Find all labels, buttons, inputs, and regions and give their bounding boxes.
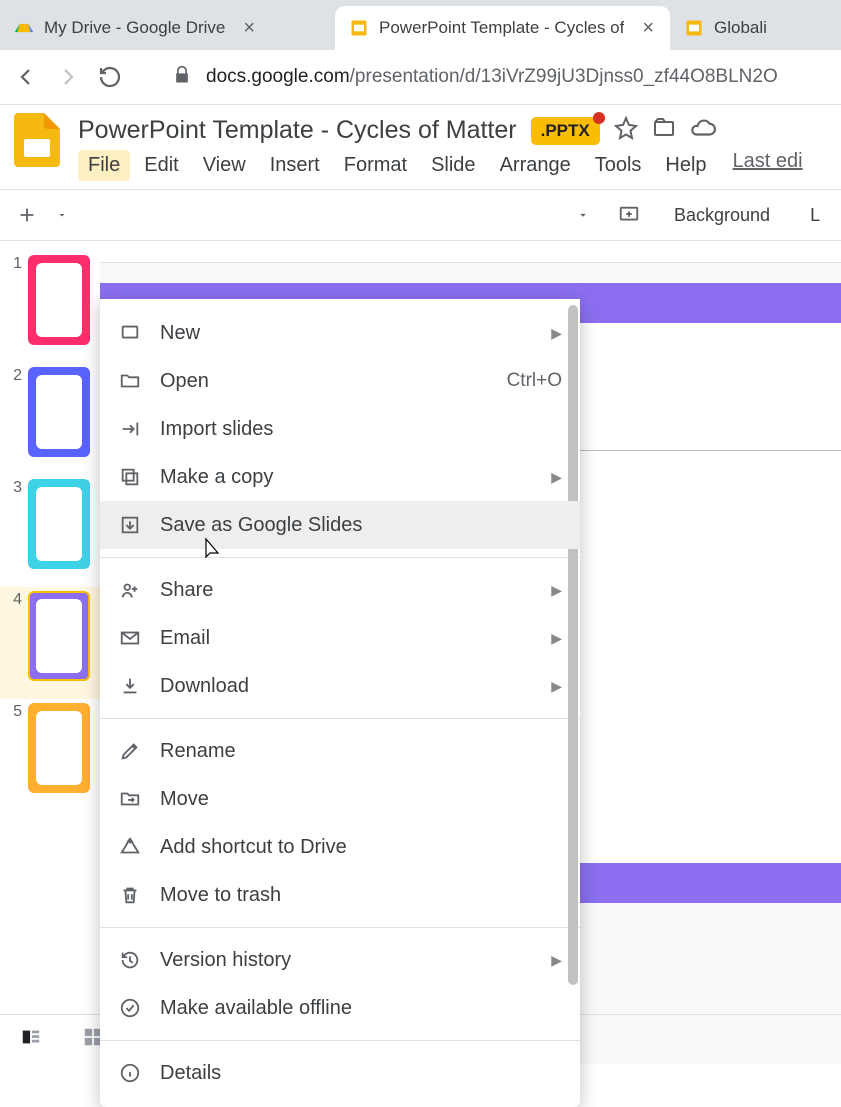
cloud-icon[interactable] — [690, 115, 716, 146]
menu-help[interactable]: Help — [655, 150, 716, 181]
slide-thumb[interactable]: 2 — [0, 363, 100, 475]
move-icon — [118, 787, 142, 811]
details-icon — [118, 1061, 142, 1085]
menu-item-move[interactable]: Move — [100, 775, 580, 823]
background-button[interactable]: Background — [664, 201, 780, 230]
tab-title: PowerPoint Template - Cycles of — [379, 18, 624, 38]
slide-thumb[interactable]: 5 — [0, 699, 100, 811]
menu-item-import-slides[interactable]: Import slides — [100, 405, 580, 453]
menu-item-share[interactable]: Share▶ — [100, 566, 580, 614]
ruler — [100, 241, 841, 263]
forward-button[interactable] — [54, 63, 82, 91]
menu-tools[interactable]: Tools — [585, 150, 652, 181]
star-icon[interactable] — [614, 116, 638, 145]
document-title[interactable]: PowerPoint Template - Cycles of Matter — [78, 116, 517, 145]
tab-title: Globali — [714, 18, 767, 38]
menu-item-open[interactable]: OpenCtrl+O — [100, 357, 580, 405]
file-menu-dropdown: New▶OpenCtrl+OImport slidesMake a copy▶S… — [100, 299, 580, 1107]
menu-bar: File Edit View Insert Format Slide Arran… — [78, 146, 825, 189]
comment-button[interactable] — [614, 200, 644, 230]
drive-icon — [14, 18, 34, 38]
chevron-right-icon: ▶ — [551, 678, 562, 695]
menu-item-download[interactable]: Download▶ — [100, 662, 580, 710]
menu-item-save-as-google-slides[interactable]: Save as Google Slides — [100, 501, 580, 549]
menu-item-move-to-trash[interactable]: Move to trash — [100, 871, 580, 919]
menu-item-rename[interactable]: Rename — [100, 727, 580, 775]
trash-icon — [118, 883, 142, 907]
close-icon[interactable]: × — [642, 17, 654, 40]
menu-format[interactable]: Format — [334, 150, 417, 181]
browser-tab-strip: My Drive - Google Drive × PowerPoint Tem… — [0, 0, 841, 50]
menu-view[interactable]: View — [193, 150, 256, 181]
menu-item-add-shortcut-to-drive[interactable]: Add shortcut to Drive — [100, 823, 580, 871]
offline-icon — [118, 996, 142, 1020]
menu-item-email[interactable]: Email▶ — [100, 614, 580, 662]
layout-button[interactable]: L — [800, 201, 830, 230]
chevron-right-icon: ▶ — [551, 469, 562, 486]
thumbnail-panel: 1 2 3 4 5 — [0, 241, 100, 1064]
chevron-down-icon[interactable] — [52, 205, 72, 225]
history-icon — [118, 948, 142, 972]
menu-file[interactable]: File — [78, 150, 130, 181]
back-button[interactable] — [12, 63, 40, 91]
docs-header: PowerPoint Template - Cycles of Matter .… — [0, 105, 841, 189]
import-icon — [118, 417, 142, 441]
chevron-down-icon[interactable] — [572, 204, 594, 226]
pptx-badge[interactable]: .PPTX — [531, 117, 600, 145]
rename-icon — [118, 739, 142, 763]
slide-thumb[interactable]: 1 — [0, 251, 100, 363]
tab-title: My Drive - Google Drive — [44, 18, 225, 38]
url-text[interactable]: docs.google.com/presentation/d/13iVrZ99j… — [206, 66, 778, 88]
chevron-right-icon: ▶ — [551, 952, 562, 969]
slide-thumb[interactable]: 3 — [0, 475, 100, 587]
menu-insert[interactable]: Insert — [260, 150, 330, 181]
last-edit-link[interactable]: Last edi — [733, 150, 803, 181]
chevron-right-icon: ▶ — [551, 325, 562, 342]
menu-item-details[interactable]: Details — [100, 1049, 580, 1097]
copy-icon — [118, 465, 142, 489]
menu-item-new[interactable]: New▶ — [100, 309, 580, 357]
menu-edit[interactable]: Edit — [134, 150, 188, 181]
slides-logo-icon[interactable] — [10, 115, 64, 169]
browser-tab-active[interactable]: PowerPoint Template - Cycles of × — [335, 6, 670, 50]
shortcut-icon — [118, 835, 142, 859]
reload-button[interactable] — [96, 63, 124, 91]
slides-icon — [349, 18, 369, 38]
chevron-right-icon: ▶ — [551, 582, 562, 599]
menu-item-version-history[interactable]: Version history▶ — [100, 936, 580, 984]
new-icon — [118, 321, 142, 345]
share-icon — [118, 578, 142, 602]
browser-tab[interactable]: Globali — [670, 6, 790, 50]
slides-icon — [684, 18, 704, 38]
menu-slide[interactable]: Slide — [421, 150, 485, 181]
email-icon — [118, 626, 142, 650]
menu-item-make-a-copy[interactable]: Make a copy▶ — [100, 453, 580, 501]
address-bar: docs.google.com/presentation/d/13iVrZ99j… — [0, 50, 841, 105]
chevron-right-icon: ▶ — [551, 630, 562, 647]
menu-item-make-available-offline[interactable]: Make available offline — [100, 984, 580, 1032]
menu-arrange[interactable]: Arrange — [490, 150, 581, 181]
move-icon[interactable] — [652, 116, 676, 145]
new-slide-button[interactable] — [12, 200, 42, 230]
lock-icon[interactable] — [172, 65, 192, 90]
slide-thumb-selected[interactable]: 4 — [0, 587, 100, 699]
filmstrip-icon[interactable] — [20, 1026, 42, 1053]
toolbar: Background L — [0, 189, 841, 241]
save-icon — [118, 513, 142, 537]
browser-tab[interactable]: My Drive - Google Drive × — [0, 6, 335, 50]
download-icon — [118, 674, 142, 698]
open-icon — [118, 369, 142, 393]
close-icon[interactable]: × — [243, 17, 255, 40]
